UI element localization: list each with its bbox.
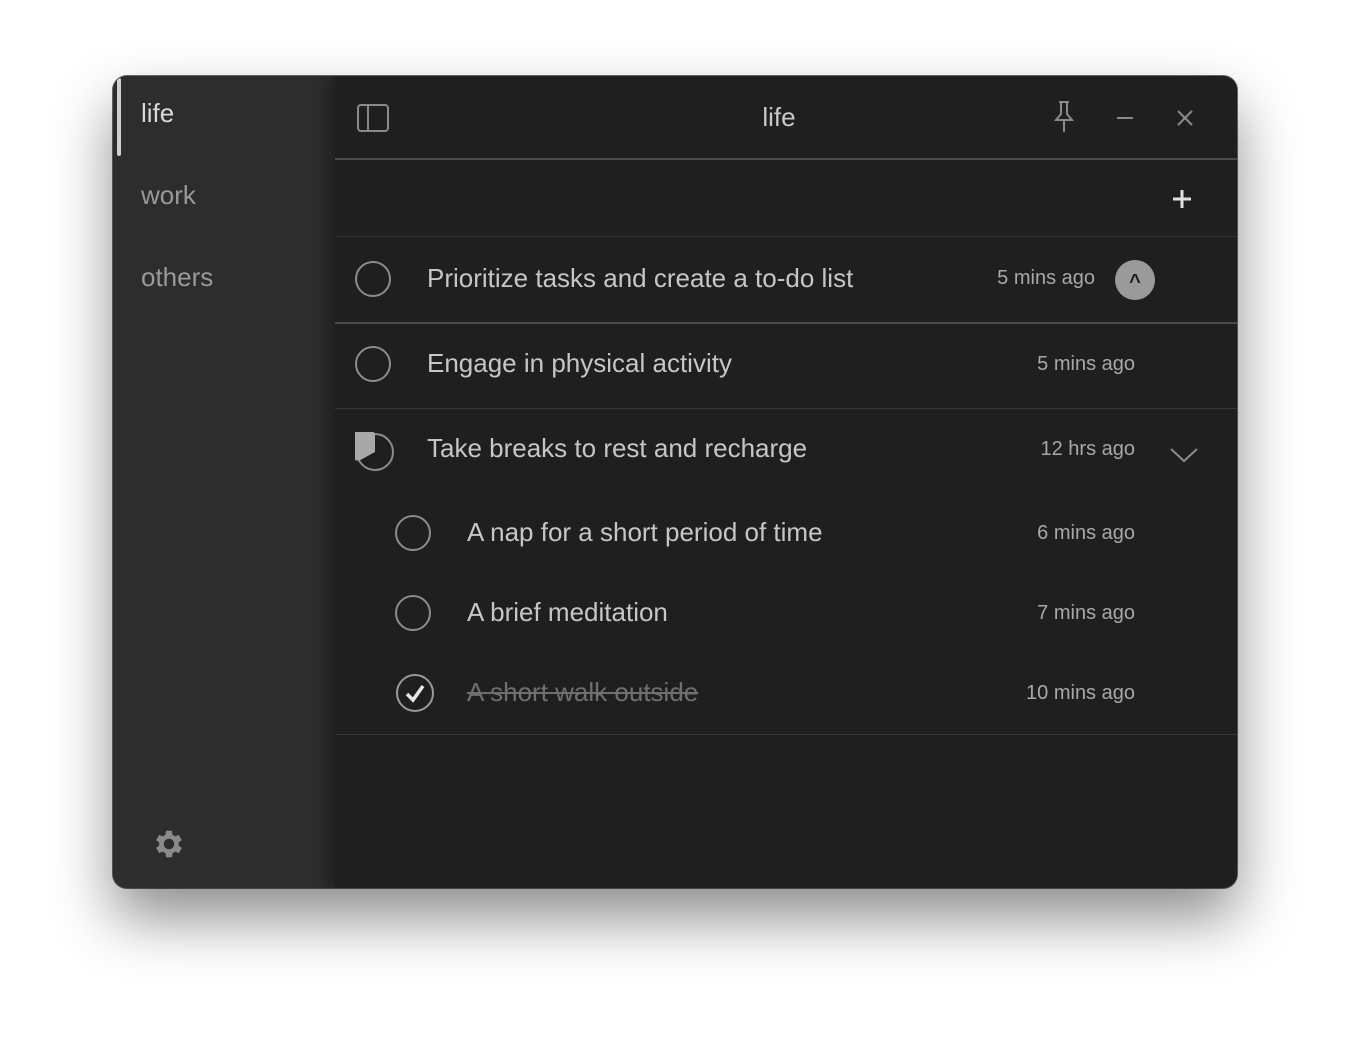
app-window: life work others life Prioritize tasks a… bbox=[113, 76, 1237, 888]
plus-icon[interactable] bbox=[1167, 184, 1197, 214]
subtask-time: 7 mins ago bbox=[1037, 602, 1135, 624]
sidebar: life work others bbox=[113, 76, 335, 888]
task-time: 12 hrs ago bbox=[1040, 438, 1135, 460]
task-time: 5 mins ago bbox=[1037, 353, 1135, 375]
partial-progress-icon[interactable] bbox=[355, 432, 395, 472]
subtask-time: 6 mins ago bbox=[1037, 522, 1135, 544]
sidebar-item-work[interactable]: work bbox=[113, 158, 335, 238]
sidebar-item-label: others bbox=[141, 262, 214, 292]
gear-icon[interactable] bbox=[151, 826, 187, 862]
title-bar: life bbox=[335, 76, 1237, 160]
task-row: Engage in physical activity 5 mins ago bbox=[335, 324, 1237, 409]
task-group: Take breaks to rest and recharge 12 hrs … bbox=[335, 409, 1237, 735]
minimize-icon[interactable] bbox=[1115, 108, 1135, 128]
sidebar-item-label: life bbox=[141, 98, 175, 128]
main-panel: life Prioritize tasks and create a to-do… bbox=[335, 76, 1237, 888]
task-text[interactable]: Take breaks to rest and recharge bbox=[427, 433, 807, 464]
subtask-checkbox[interactable] bbox=[395, 515, 431, 551]
collapse-button[interactable]: ^ bbox=[1115, 260, 1155, 300]
subtask-text[interactable]: A short walk outside bbox=[467, 677, 698, 708]
page-title: life bbox=[762, 102, 796, 132]
task-row: Prioritize tasks and create a to-do list… bbox=[335, 238, 1237, 324]
add-task-bar bbox=[335, 160, 1237, 237]
task-checkbox[interactable] bbox=[355, 261, 391, 297]
subtask-text[interactable]: A brief meditation bbox=[467, 597, 668, 628]
close-icon[interactable] bbox=[1175, 108, 1195, 128]
subtask-checkbox[interactable] bbox=[395, 595, 431, 631]
task-time: 5 mins ago bbox=[997, 267, 1095, 289]
task-text[interactable]: Engage in physical activity bbox=[427, 348, 732, 379]
sidebar-item-label: work bbox=[141, 180, 196, 210]
subtask-time: 10 mins ago bbox=[1026, 682, 1135, 704]
chevron-down-icon[interactable] bbox=[1169, 445, 1199, 465]
checked-checkbox-icon[interactable] bbox=[395, 673, 435, 713]
task-text[interactable]: Prioritize tasks and create a to-do list bbox=[427, 263, 853, 294]
sidebar-item-life[interactable]: life bbox=[113, 76, 335, 156]
task-checkbox[interactable] bbox=[355, 346, 391, 382]
sidebar-item-others[interactable]: others bbox=[113, 240, 335, 320]
subtask-text[interactable]: A nap for a short period of time bbox=[467, 517, 823, 548]
pin-icon[interactable] bbox=[1053, 100, 1075, 134]
